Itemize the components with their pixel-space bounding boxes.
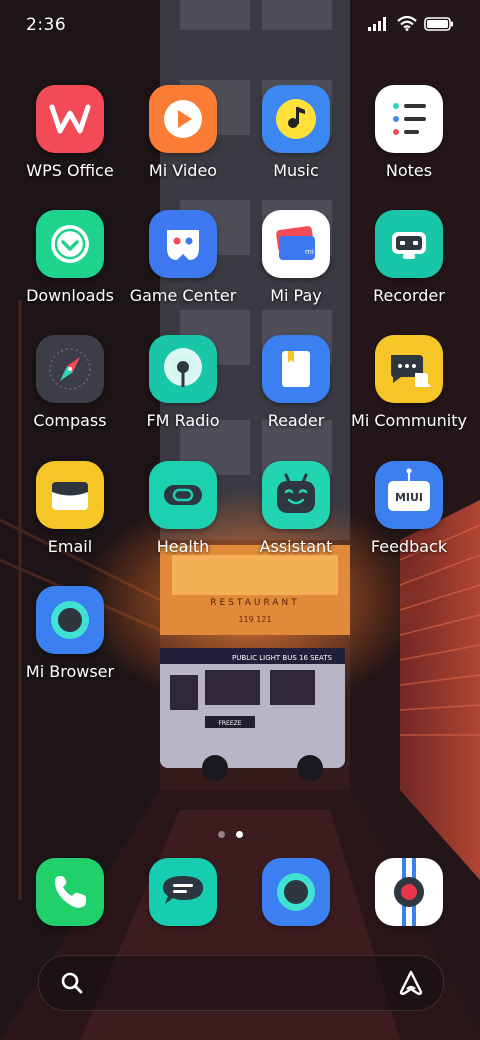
app-label: Assistant bbox=[259, 537, 333, 556]
mi-community-icon bbox=[375, 335, 443, 403]
battery-icon bbox=[424, 16, 454, 35]
app-wps-office[interactable]: WPS Office bbox=[15, 85, 125, 205]
page-indicator bbox=[0, 831, 480, 839]
dock-phone[interactable] bbox=[36, 858, 104, 926]
app-notes[interactable]: Notes bbox=[354, 85, 464, 205]
app-label: Email bbox=[47, 537, 93, 556]
search-icon[interactable] bbox=[60, 971, 84, 999]
notes-icon bbox=[375, 85, 443, 153]
status-time: 2:36 bbox=[26, 15, 67, 35]
search-bar[interactable] bbox=[38, 955, 444, 1011]
app-reader[interactable]: Reader bbox=[241, 335, 351, 455]
app-mi-video[interactable]: Mi Video bbox=[128, 85, 238, 205]
dock-messaging[interactable] bbox=[149, 858, 217, 926]
app-feedback[interactable]: MIUI Feedback bbox=[354, 461, 464, 581]
app-label: Downloads bbox=[26, 286, 114, 305]
fm-radio-icon bbox=[149, 335, 217, 403]
downloads-icon bbox=[36, 210, 104, 278]
mi-browser-icon bbox=[36, 586, 104, 654]
messaging-icon bbox=[163, 876, 203, 904]
wps-office-icon bbox=[36, 85, 104, 153]
sign-restaurant-text: RESTAURANT bbox=[210, 598, 299, 608]
app-label: Feedback bbox=[370, 537, 448, 556]
app-label: Music bbox=[273, 161, 319, 180]
email-icon bbox=[36, 461, 104, 529]
app-label: Recorder bbox=[373, 286, 445, 305]
app-label: FM Radio bbox=[146, 411, 220, 430]
sign-number-text: 119 121 bbox=[238, 615, 271, 624]
app-label: WPS Office bbox=[26, 161, 114, 180]
app-label: Mi Community bbox=[351, 411, 467, 430]
app-assistant[interactable]: Assistant bbox=[241, 461, 351, 581]
app-recorder[interactable]: Recorder bbox=[354, 210, 464, 330]
app-label: Mi Browser bbox=[25, 662, 115, 681]
app-label: Compass bbox=[33, 411, 107, 430]
app-game-center[interactable]: Game Center bbox=[128, 210, 238, 330]
page-dot-2-active[interactable] bbox=[236, 831, 243, 838]
recorder-icon bbox=[375, 210, 443, 278]
app-health[interactable]: Health bbox=[128, 461, 238, 581]
mi-pay-icon: mi bbox=[262, 210, 330, 278]
mi-video-icon bbox=[149, 85, 217, 153]
app-label: Mi Video bbox=[148, 161, 218, 180]
app-downloads[interactable]: Downloads bbox=[15, 210, 125, 330]
app-compass[interactable]: Compass bbox=[15, 335, 125, 455]
feedback-badge-text: MIUI bbox=[395, 491, 423, 504]
feedback-icon: MIUI bbox=[375, 461, 443, 529]
assistant-icon bbox=[262, 461, 330, 529]
compass-icon bbox=[36, 335, 104, 403]
app-label: Game Center bbox=[129, 286, 237, 305]
status-icons bbox=[368, 15, 454, 35]
health-icon bbox=[149, 461, 217, 529]
bus-sign-text: PUBLIC LIGHT BUS 16 SEATS bbox=[232, 654, 332, 662]
app-mi-community[interactable]: Mi Community bbox=[351, 335, 467, 455]
music-icon bbox=[262, 85, 330, 153]
svg-text:mi: mi bbox=[305, 248, 314, 256]
page-dot-1[interactable] bbox=[218, 831, 225, 838]
signal-icon bbox=[368, 16, 390, 35]
app-label: Health bbox=[156, 537, 210, 556]
game-center-icon bbox=[149, 210, 217, 278]
wifi-icon bbox=[397, 15, 417, 35]
app-email[interactable]: Email bbox=[15, 461, 125, 581]
app-fm-radio[interactable]: FM Radio bbox=[128, 335, 238, 455]
dock-camera[interactable] bbox=[375, 858, 443, 926]
camera-icon bbox=[394, 858, 424, 926]
app-music[interactable]: Music bbox=[241, 85, 351, 205]
dock-browser[interactable] bbox=[262, 858, 330, 926]
assistant-icon[interactable] bbox=[397, 969, 425, 1001]
bus-plate-text: FREEZE bbox=[218, 720, 241, 727]
browser-icon bbox=[277, 873, 315, 911]
app-mi-pay[interactable]: mi Mi Pay bbox=[241, 210, 351, 330]
app-label: Reader bbox=[267, 411, 325, 430]
app-label: Notes bbox=[385, 161, 433, 180]
app-mi-browser[interactable]: Mi Browser bbox=[15, 586, 125, 706]
reader-icon bbox=[262, 335, 330, 403]
status-bar: 2:36 bbox=[0, 0, 480, 52]
phone-icon bbox=[54, 876, 86, 908]
app-label: Mi Pay bbox=[270, 286, 322, 305]
